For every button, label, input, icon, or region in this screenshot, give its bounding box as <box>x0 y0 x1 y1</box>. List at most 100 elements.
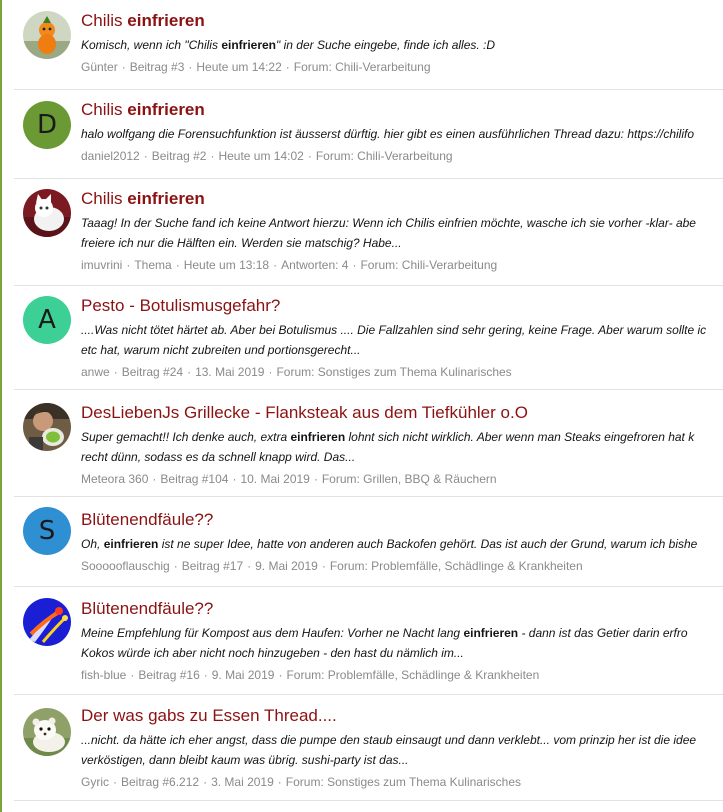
result-title-link[interactable]: Chilis einfrieren <box>81 11 723 31</box>
result-title-link[interactable]: Blütenendfäule?? <box>81 510 723 530</box>
forum-link[interactable]: Forum: Problemfälle, Schädlinge & Krankh… <box>330 559 583 573</box>
result-snippet: ...nicht. da hätte ich eher angst, dass … <box>81 730 723 770</box>
title-text: Der was gabs zu Essen Thread.... <box>81 706 337 725</box>
post-type: Thema <box>134 258 172 272</box>
result-title-link[interactable]: Pesto - Botulismusgefahr? <box>81 296 723 316</box>
result-meta: Günter · Beitrag #3 · Heute um 14:22 · Forum: … <box>81 59 723 75</box>
post-type: Beitrag #6.212 <box>121 775 200 789</box>
title-text: Chilis <box>81 189 128 208</box>
snippet-line: recht dünn, sodass es da schnell knapp w… <box>81 447 723 467</box>
snippet-text: etc hat, warum nicht zubreiten und porti… <box>81 343 361 357</box>
avatar-letter: S <box>38 516 56 546</box>
result-content: DesLiebenJs Grillecke - Flanksteak aus d… <box>81 403 723 487</box>
meta-separator: · <box>152 472 157 486</box>
snippet-line: Komisch, wenn ich "Chilis einfrieren" in… <box>81 35 723 55</box>
letter-avatar[interactable]: D <box>23 101 71 149</box>
result-content: Pesto - Botulismusgefahr? ....Was nicht t… <box>81 296 723 380</box>
search-result-item: DesLiebenJs Grillecke - Flanksteak aus d… <box>14 390 723 497</box>
search-results-list: Chilis einfrieren Komisch, wenn ich "Chil… <box>14 0 723 801</box>
snippet-text: ist ne super Idee, hatte von anderen auc… <box>158 537 698 551</box>
snippet-line: Taaag! In der Suche fand ich keine Antwo… <box>81 213 723 233</box>
result-title-link[interactable]: Der was gabs zu Essen Thread.... <box>81 706 723 726</box>
meta-separator: · <box>277 775 282 789</box>
avatar-letter: A <box>38 305 56 335</box>
snippet-text: ...nicht. da hätte ich eher angst, dass … <box>81 733 697 747</box>
snippet-text: ....Was nicht tötet härtet ab. Aber bei … <box>81 323 707 337</box>
author-link[interactable]: daniel2012 <box>81 149 140 163</box>
post-date[interactable]: 13. Mai 2019 <box>195 365 264 379</box>
result-meta: imuvrini · Thema · Heute um 13:18 · Antworten:… <box>81 257 723 273</box>
post-type: Beitrag #17 <box>181 559 244 573</box>
result-meta: Meteora 360 · Beitrag #104 · 10. Mai 2019 · Fo… <box>81 471 723 487</box>
forum-link[interactable]: Forum: Problemfälle, Schädlinge & Krankh… <box>286 668 539 682</box>
meta-separator: · <box>247 559 252 573</box>
title-text: Chilis <box>81 100 128 119</box>
white-ferret-avatar[interactable] <box>23 708 71 756</box>
snippet-text: freiere ich nur die Hälften ein. Werden … <box>81 236 402 250</box>
title-text: Blütenendfäule?? <box>81 599 214 618</box>
reply-count: Antworten: 4 <box>281 258 349 272</box>
result-snippet: ....Was nicht tötet härtet ab. Aber bei … <box>81 320 723 360</box>
result-snippet: Meine Empfehlung für Kompost aus dem Hau… <box>81 623 723 663</box>
snippet-line: ....Was nicht tötet härtet ab. Aber bei … <box>81 320 723 340</box>
meta-separator: · <box>313 472 318 486</box>
snippet-line: Kokos würde ich aber nicht noch hinzugeb… <box>81 643 723 663</box>
snippet-text: Meine Empfehlung für Kompost aus dem Hau… <box>81 626 464 640</box>
author-link[interactable]: anwe <box>81 365 110 379</box>
post-date[interactable]: Heute um 13:18 <box>184 258 269 272</box>
result-title-link[interactable]: Chilis einfrieren <box>81 100 723 120</box>
meta-separator: · <box>203 775 208 789</box>
letter-avatar[interactable]: A <box>23 296 71 344</box>
result-snippet: Oh, einfrieren ist ne super Idee, hatte … <box>81 534 723 554</box>
snippet-line: freiere ich nur die Hälften ein. Werden … <box>81 233 723 253</box>
forum-link[interactable]: Forum: Chili-Verarbeitung <box>360 258 497 272</box>
forum-link[interactable]: Forum: Chili-Verarbeitung <box>294 60 431 74</box>
meta-separator: · <box>321 559 326 573</box>
forum-link[interactable]: Forum: Sonstiges zum Thema Kulinarisches <box>276 365 511 379</box>
result-snippet: Super gemacht!! Ich denke auch, extra ei… <box>81 427 723 467</box>
meta-separator: · <box>113 775 117 789</box>
meta-separator: · <box>278 668 283 682</box>
meta-separator: · <box>273 258 278 272</box>
result-title-link[interactable]: Blütenendfäule?? <box>81 599 723 619</box>
author-link[interactable]: imuvrini <box>81 258 122 272</box>
search-result-item: A Pesto - Botulismusgefahr? ....Was nicht … <box>14 286 723 390</box>
author-link[interactable]: Gyric <box>81 775 109 789</box>
meta-separator: · <box>173 559 178 573</box>
letter-avatar[interactable]: S <box>23 507 71 555</box>
blue-comet-avatar[interactable] <box>23 598 71 646</box>
meta-separator: · <box>113 365 118 379</box>
post-date[interactable]: 3. Mai 2019 <box>211 775 274 789</box>
post-date[interactable]: 9. Mai 2019 <box>212 668 275 682</box>
post-date[interactable]: Heute um 14:02 <box>218 149 303 163</box>
result-meta: anwe · Beitrag #24 · 13. Mai 2019 · Forum: Son… <box>81 364 723 380</box>
search-result-item: Der was gabs zu Essen Thread.... ...nicht… <box>14 695 723 801</box>
meta-separator: · <box>175 258 180 272</box>
meta-separator: · <box>268 365 273 379</box>
meta-separator: · <box>285 60 290 74</box>
post-date[interactable]: Heute um 14:22 <box>196 60 281 74</box>
title-highlight: einfrieren <box>127 100 205 119</box>
author-link[interactable]: Meteora 360 <box>81 472 148 486</box>
meta-separator: · <box>187 365 192 379</box>
white-cat-avatar[interactable] <box>23 189 71 237</box>
meta-separator: · <box>143 149 148 163</box>
search-result-item: Chilis einfrieren Taaag! In der Suche fan… <box>14 179 723 286</box>
search-term-highlight: einfrieren <box>463 626 519 640</box>
forum-link[interactable]: Forum: Sonstiges zum Thema Kulinarisches <box>286 775 521 789</box>
snippet-text: Super gemacht!! Ich denke auch, extra <box>81 430 291 444</box>
post-date[interactable]: 10. Mai 2019 <box>240 472 309 486</box>
forum-link[interactable]: Forum: Chili-Verarbeitung <box>316 149 453 163</box>
search-term-highlight: einfrieren <box>221 38 276 52</box>
post-date[interactable]: 9. Mai 2019 <box>255 559 318 573</box>
orange-chili-doll-avatar[interactable] <box>23 11 71 59</box>
result-title-link[interactable]: Chilis einfrieren <box>81 189 723 209</box>
person-with-melon-avatar[interactable] <box>23 403 71 451</box>
author-link[interactable]: Soooooflauschig <box>81 559 170 573</box>
author-link[interactable]: fish-blue <box>81 668 126 682</box>
author-link[interactable]: Günter <box>81 60 118 74</box>
result-title-link[interactable]: DesLiebenJs Grillecke - Flanksteak aus d… <box>81 403 723 423</box>
result-content: Der was gabs zu Essen Thread.... ...nicht… <box>81 706 723 790</box>
meta-separator: · <box>121 60 126 74</box>
forum-link[interactable]: Forum: Grillen, BBQ & Räuchern <box>322 472 497 486</box>
